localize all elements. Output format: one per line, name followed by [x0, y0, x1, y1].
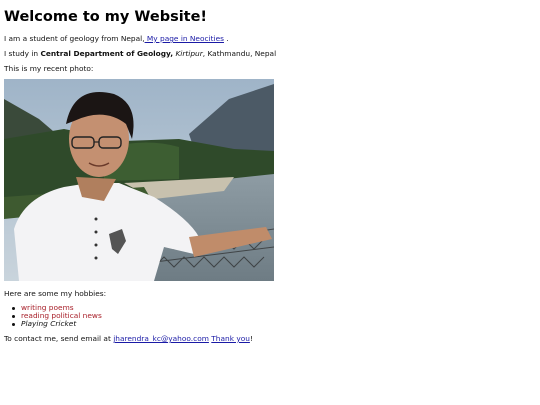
- bullet-icon: [12, 307, 15, 310]
- photo-caption: This is my recent photo:: [4, 64, 94, 73]
- bullet-icon: [12, 315, 15, 319]
- contact-prefix: To contact me, send email at: [4, 334, 114, 343]
- intro-text: I am a student of geology from Nepal,: [4, 34, 145, 43]
- study-prefix: I study in: [4, 49, 41, 58]
- page-title: Welcome to my Website!: [4, 9, 208, 25]
- study-place: Kirtipur: [173, 49, 203, 58]
- list-item: Playing Cricket: [12, 320, 102, 328]
- neocities-link[interactable]: My page in Neocities: [145, 34, 224, 43]
- contact-suffix: !: [249, 334, 253, 343]
- hobbies-list: writing poems reading political news Pla…: [12, 303, 102, 329]
- study-suffix: , Kathmandu, Nepal: [202, 49, 277, 58]
- profile-photo: [4, 79, 274, 281]
- contact-line: To contact me, send email at jharendra_k…: [4, 334, 253, 344]
- thank-you-link[interactable]: Thank you: [211, 334, 250, 343]
- intro-after: .: [223, 34, 229, 43]
- email-link[interactable]: jharendra_kc@yahoo.com: [113, 334, 209, 343]
- study-line: I study in Central Department of Geology…: [4, 49, 276, 59]
- bullet-icon: [12, 323, 15, 327]
- intro-line: I am a student of geology from Nepal, My…: [4, 34, 229, 44]
- hobby-playing-cricket: Playing Cricket: [21, 319, 77, 329]
- study-department: Central Department of Geology,: [40, 49, 174, 58]
- hobbies-intro: Here are some my hobbies:: [4, 289, 107, 298]
